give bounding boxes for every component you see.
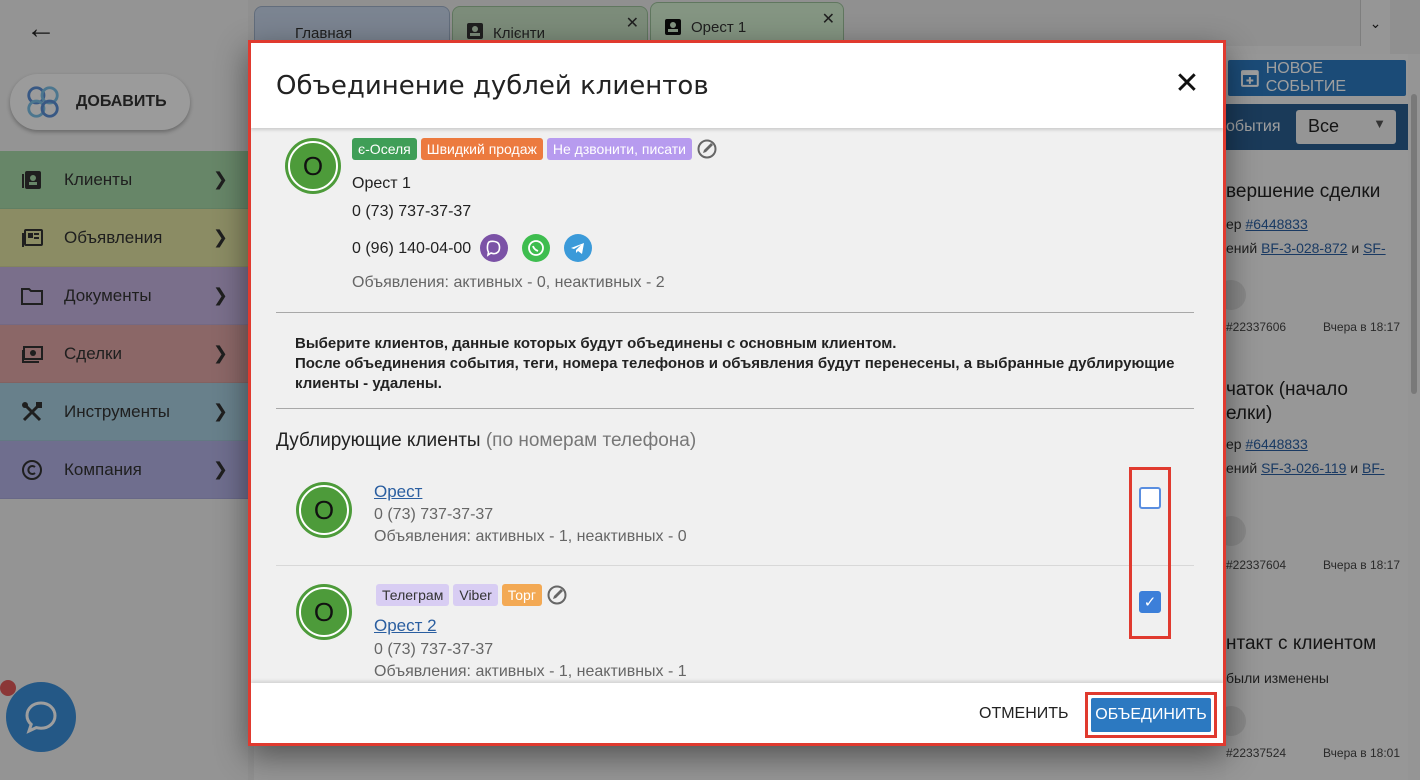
client-phone: 0 (73) 737-37-37	[374, 641, 494, 658]
messenger-icons	[480, 234, 592, 262]
avatar: О	[296, 482, 352, 538]
dialog-header: Объединение дублей клиентов ✕	[251, 43, 1223, 128]
tag-list: Телеграм Viber Торг	[376, 584, 568, 606]
close-icon[interactable]: ✕	[1173, 69, 1201, 99]
client-phone: 0 (73) 737-37-37	[352, 203, 472, 220]
edit-tags-icon[interactable]	[696, 138, 718, 160]
merge-notice: Выберите клиентов, данные которых будут …	[295, 335, 1175, 392]
duplicates-heading: Дублирующие клиенты (по номерам телефона…	[276, 430, 697, 451]
merge-duplicates-dialog: Объединение дублей клиентов ✕ О є-Оселя …	[248, 40, 1226, 746]
edit-tags-icon[interactable]	[546, 584, 568, 606]
avatar: О	[296, 584, 352, 640]
duplicate-client-row: О Телеграм Viber Торг Орест 2 0 (73) 737…	[276, 584, 1194, 683]
divider	[276, 565, 1194, 566]
dialog-title: Объединение дублей клиентов	[276, 71, 709, 101]
tag: Viber	[453, 584, 498, 606]
tag: є-Оселя	[352, 138, 417, 160]
merge-button-highlight: ОБЪЕДИНИТЬ	[1085, 692, 1217, 738]
avatar: О	[285, 138, 341, 194]
divider	[276, 312, 1194, 313]
duplicates-subheading: (по номерам телефона)	[485, 430, 697, 451]
duplicate-client-row: О Орест 0 (73) 737-37-37 Объявления: акт…	[276, 482, 1194, 566]
client-phone: 0 (96) 140-04-00	[352, 240, 472, 257]
duplicate-checkbox-1[interactable]	[1139, 487, 1161, 509]
client-listings: Объявления: активных - 0, неактивных - 2	[352, 274, 665, 291]
client-listings: Объявления: активных - 1, неактивных - 1	[374, 663, 687, 680]
merge-button[interactable]: ОБЪЕДИНИТЬ	[1091, 698, 1211, 732]
viber-icon[interactable]	[480, 234, 508, 262]
tag: Швидкий продаж	[420, 138, 543, 160]
dialog-footer: ОТМЕНИТЬ ОБЪЕДИНИТЬ	[251, 683, 1223, 743]
duplicate-client-link[interactable]: Орест	[374, 482, 422, 502]
whatsapp-icon[interactable]	[522, 234, 550, 262]
tag: Торг	[501, 584, 542, 606]
duplicate-client-link[interactable]: Орест 2	[374, 616, 437, 636]
client-name: Орест 1	[352, 175, 411, 192]
dialog-body[interactable]: О є-Оселя Швидкий продаж Не дзвонити, пи…	[251, 128, 1223, 683]
tag-list: є-Оселя Швидкий продаж Не дзвонити, писа…	[352, 138, 718, 160]
duplicate-checkbox-2[interactable]: ✓	[1139, 591, 1161, 613]
checkmark-icon: ✓	[1143, 594, 1157, 611]
cancel-button[interactable]: ОТМЕНИТЬ	[979, 705, 1069, 723]
tag: Не дзвонити, писати	[546, 138, 692, 160]
client-listings: Объявления: активных - 1, неактивных - 0	[374, 528, 687, 545]
tag: Телеграм	[376, 584, 450, 606]
telegram-icon[interactable]	[564, 234, 592, 262]
client-phone: 0 (73) 737-37-37	[374, 506, 494, 523]
divider	[276, 408, 1194, 409]
